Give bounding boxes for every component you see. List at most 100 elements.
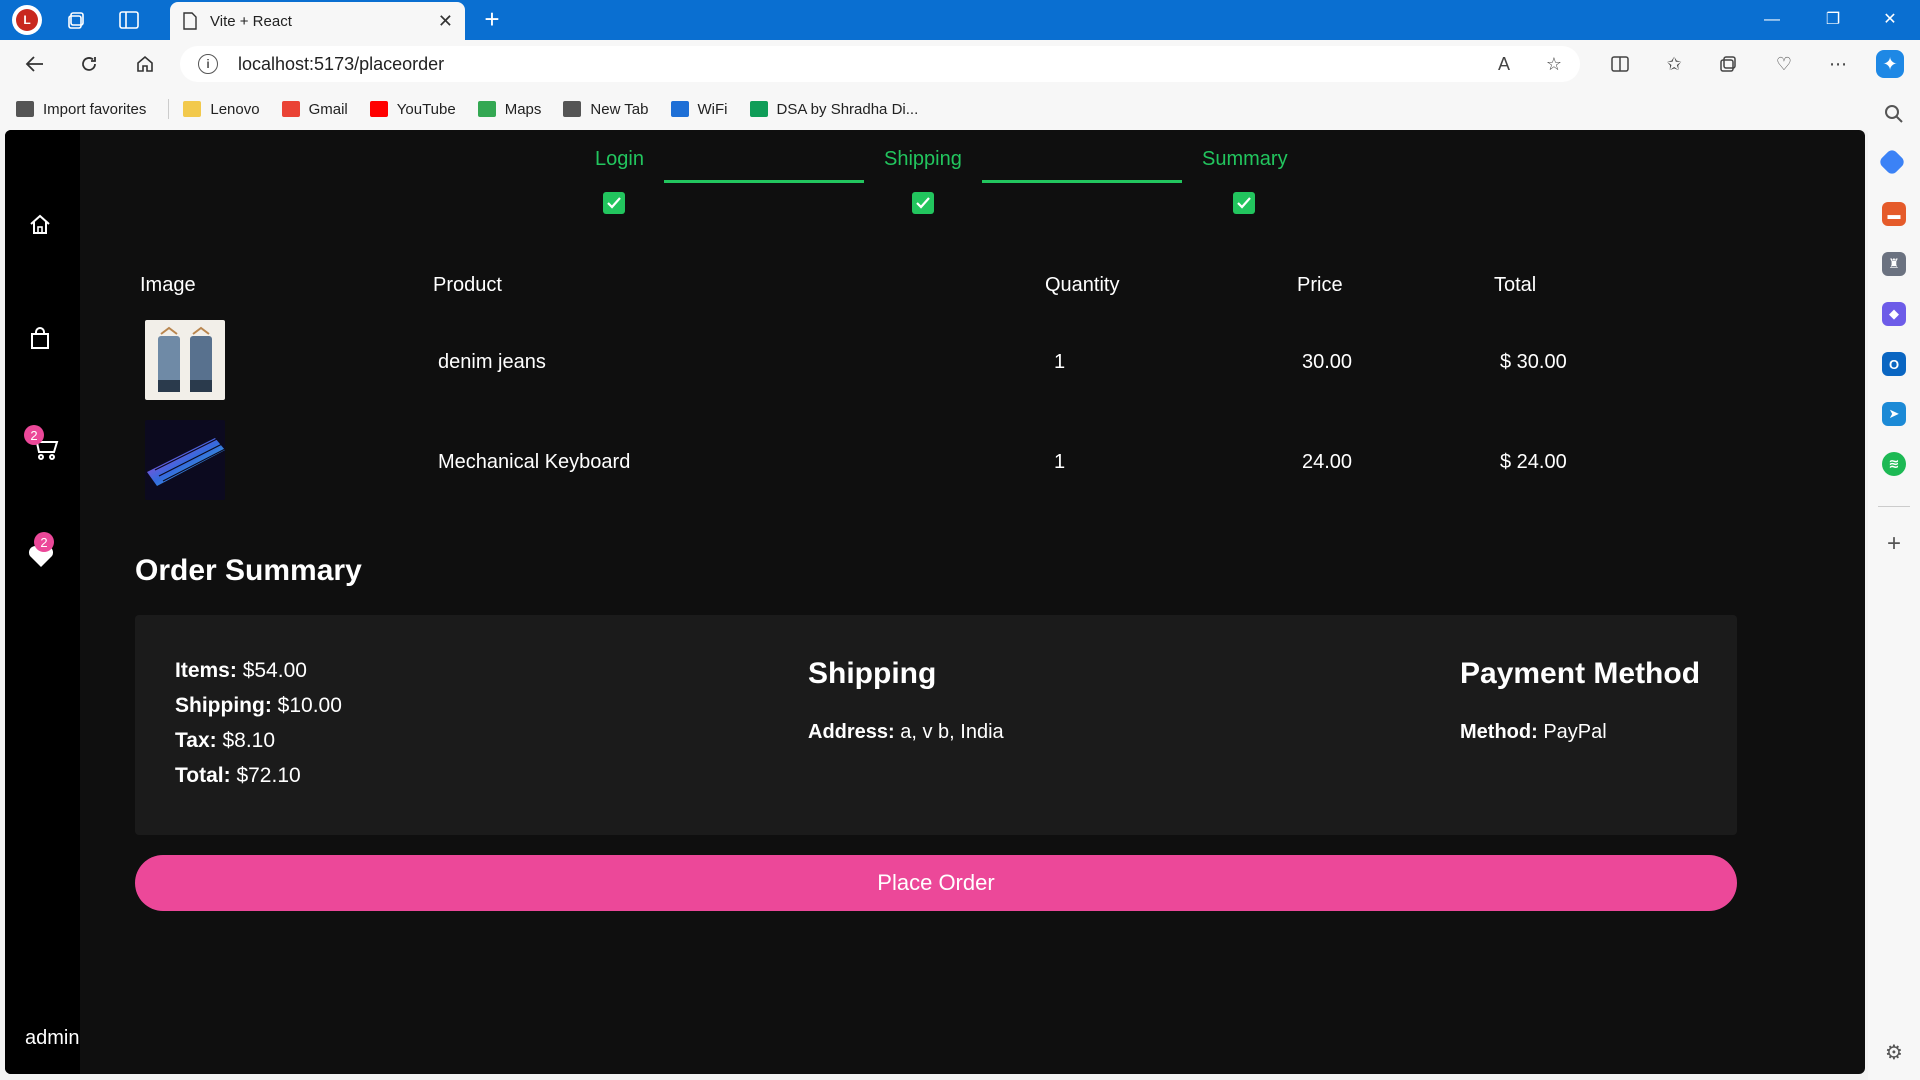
- favorites-icon[interactable]: ✩: [1658, 48, 1690, 80]
- shipping-cost: Shipping: $10.00: [175, 694, 342, 718]
- favorite-label: Gmail: [308, 100, 348, 118]
- restore-button[interactable]: ❐: [1813, 6, 1853, 34]
- address-value: a, v b, India: [900, 721, 1004, 743]
- profile-initial: L: [16, 9, 38, 31]
- spotify-icon[interactable]: ≋: [1882, 452, 1906, 476]
- toolbox-icon[interactable]: ▬: [1882, 202, 1906, 226]
- edge-sidebar: ▬ ♜ ◆ O ➤ ≋ + ⚙: [1868, 88, 1920, 1080]
- sidebar-divider: [1878, 506, 1910, 507]
- minimize-button[interactable]: —: [1752, 6, 1792, 34]
- step-connector-1: [664, 180, 864, 183]
- favorite-label: YouTube: [396, 100, 456, 118]
- row-2-total: $ 24.00: [1500, 451, 1567, 473]
- read-aloud-icon[interactable]: A: [1488, 48, 1520, 80]
- refresh-icon[interactable]: [74, 50, 104, 78]
- header-quantity: Quantity: [1045, 274, 1120, 296]
- shop-bag-icon[interactable]: [27, 326, 55, 354]
- wifi-s-icon: [670, 101, 689, 117]
- page-viewport: 2 2 admin Login Shipping Summary Image P…: [5, 130, 1865, 1074]
- tax-cost: Tax: $8.10: [175, 729, 275, 753]
- site-info-icon[interactable]: i: [198, 54, 218, 74]
- shopping-tag-icon[interactable]: [1877, 147, 1907, 177]
- more-options-icon[interactable]: ⋯: [1822, 48, 1854, 80]
- favorite-maps[interactable]: Maps: [477, 100, 542, 118]
- tax-value: $8.10: [222, 729, 276, 752]
- favorite-label: Import favorites: [43, 100, 147, 118]
- shipping-value: $10.00: [277, 694, 342, 717]
- header-product: Product: [433, 274, 502, 296]
- favorite-label: DSA by Shradha Di...: [776, 100, 919, 118]
- workspaces-icon[interactable]: [62, 6, 92, 34]
- import-icon: [16, 101, 34, 117]
- address-bar[interactable]: i localhost:5173/placeorder: [180, 46, 1580, 82]
- new-tab-button[interactable]: +: [478, 6, 506, 34]
- step-summary-label: Summary: [1202, 148, 1288, 170]
- browser-toolbar: i localhost:5173/placeorder A ☆ ✩ ♡ ⋯ ✦: [0, 40, 1920, 88]
- add-icon[interactable]: +: [1882, 530, 1906, 557]
- back-icon[interactable]: [20, 50, 50, 78]
- row-1-product: denim jeans: [438, 351, 546, 373]
- row-2-product: Mechanical Keyboard: [438, 451, 631, 473]
- settings-gear-icon[interactable]: ⚙: [1882, 1040, 1906, 1064]
- home-icon[interactable]: [130, 50, 160, 78]
- product-image-denim-jeans: [145, 320, 225, 400]
- gmail-icon: [281, 101, 300, 117]
- header-price: Price: [1297, 274, 1343, 296]
- favorites-divider: [168, 99, 170, 119]
- favorite-youtube[interactable]: YouTube: [369, 100, 456, 118]
- items-label: Items:: [175, 659, 237, 682]
- home-nav-icon[interactable]: [27, 212, 55, 240]
- favorite-new-tab[interactable]: New Tab: [563, 101, 649, 118]
- close-window-button[interactable]: ✕: [1870, 6, 1910, 34]
- search-icon[interactable]: [1882, 102, 1906, 126]
- games-icon[interactable]: ♜: [1882, 252, 1906, 276]
- profile-avatar[interactable]: L: [12, 5, 42, 35]
- close-tab-icon[interactable]: ✕: [438, 11, 453, 32]
- total-cost: Total: $72.10: [175, 764, 301, 788]
- tab-vite-react[interactable]: Vite + React ✕: [170, 2, 465, 40]
- favorite-gmail[interactable]: Gmail: [281, 100, 348, 118]
- send-icon[interactable]: ➤: [1882, 402, 1906, 426]
- cart-count-badge: 2: [24, 425, 44, 445]
- tax-label: Tax:: [175, 729, 217, 752]
- order-summary-title: Order Summary: [135, 554, 362, 587]
- total-value: $72.10: [236, 764, 301, 787]
- favorites-bar: Import favorites Lenovo Gmail YouTube Maps Ne…: [0, 88, 1920, 130]
- microsoft-365-icon[interactable]: ◆: [1882, 302, 1906, 326]
- row-1-total: $ 30.00: [1500, 351, 1567, 373]
- split-screen-icon[interactable]: [1604, 48, 1636, 80]
- favorite-star-icon[interactable]: ☆: [1538, 48, 1570, 80]
- address-label: Address:: [808, 721, 895, 743]
- step-shipping-check-icon: [912, 192, 934, 214]
- browser-essentials-icon[interactable]: ♡: [1768, 48, 1800, 80]
- username-label[interactable]: admin: [25, 1027, 79, 1050]
- favorite-wifi[interactable]: WiFi: [670, 101, 728, 118]
- folder-icon: [183, 101, 202, 117]
- favorite-lenovo[interactable]: Lenovo: [183, 101, 260, 118]
- youtube-icon: [369, 101, 388, 117]
- row-2-quantity: 1: [1054, 451, 1066, 473]
- items-cost: Items: $54.00: [175, 659, 307, 683]
- favorite-import-favorites[interactable]: Import favorites: [16, 101, 146, 118]
- tab-title: Vite + React: [210, 12, 292, 30]
- shipping-address: Address: a, v b, India: [808, 721, 1004, 744]
- copilot-icon[interactable]: ✦: [1876, 50, 1904, 78]
- vertical-tabs-icon[interactable]: [114, 6, 144, 34]
- url-text: localhost:5173/placeorder: [238, 53, 445, 74]
- place-order-button[interactable]: Place Order: [135, 855, 1737, 911]
- step-shipping-label: Shipping: [884, 148, 962, 170]
- step-login-check-icon: [603, 192, 625, 214]
- header-image: Image: [140, 274, 196, 296]
- collections-icon[interactable]: [1712, 48, 1744, 80]
- left-navigation: 2 2 admin: [5, 130, 80, 1074]
- shipping-heading: Shipping: [808, 657, 937, 690]
- product-image-mechanical-keyboard: [145, 420, 225, 500]
- order-summary-panel: Items: $54.00 Shipping: $10.00 Tax: $8.1…: [135, 615, 1737, 835]
- payment-method-heading: Payment Method: [1460, 657, 1701, 690]
- sheets-icon: [749, 101, 768, 117]
- favorite-dsa-by-shradha-di[interactable]: DSA by Shradha Di...: [749, 100, 919, 118]
- favorite-label: Maps: [504, 100, 542, 118]
- outlook-icon[interactable]: O: [1882, 352, 1906, 376]
- row-2-price: 24.00: [1302, 451, 1353, 473]
- step-connector-2: [982, 180, 1182, 183]
